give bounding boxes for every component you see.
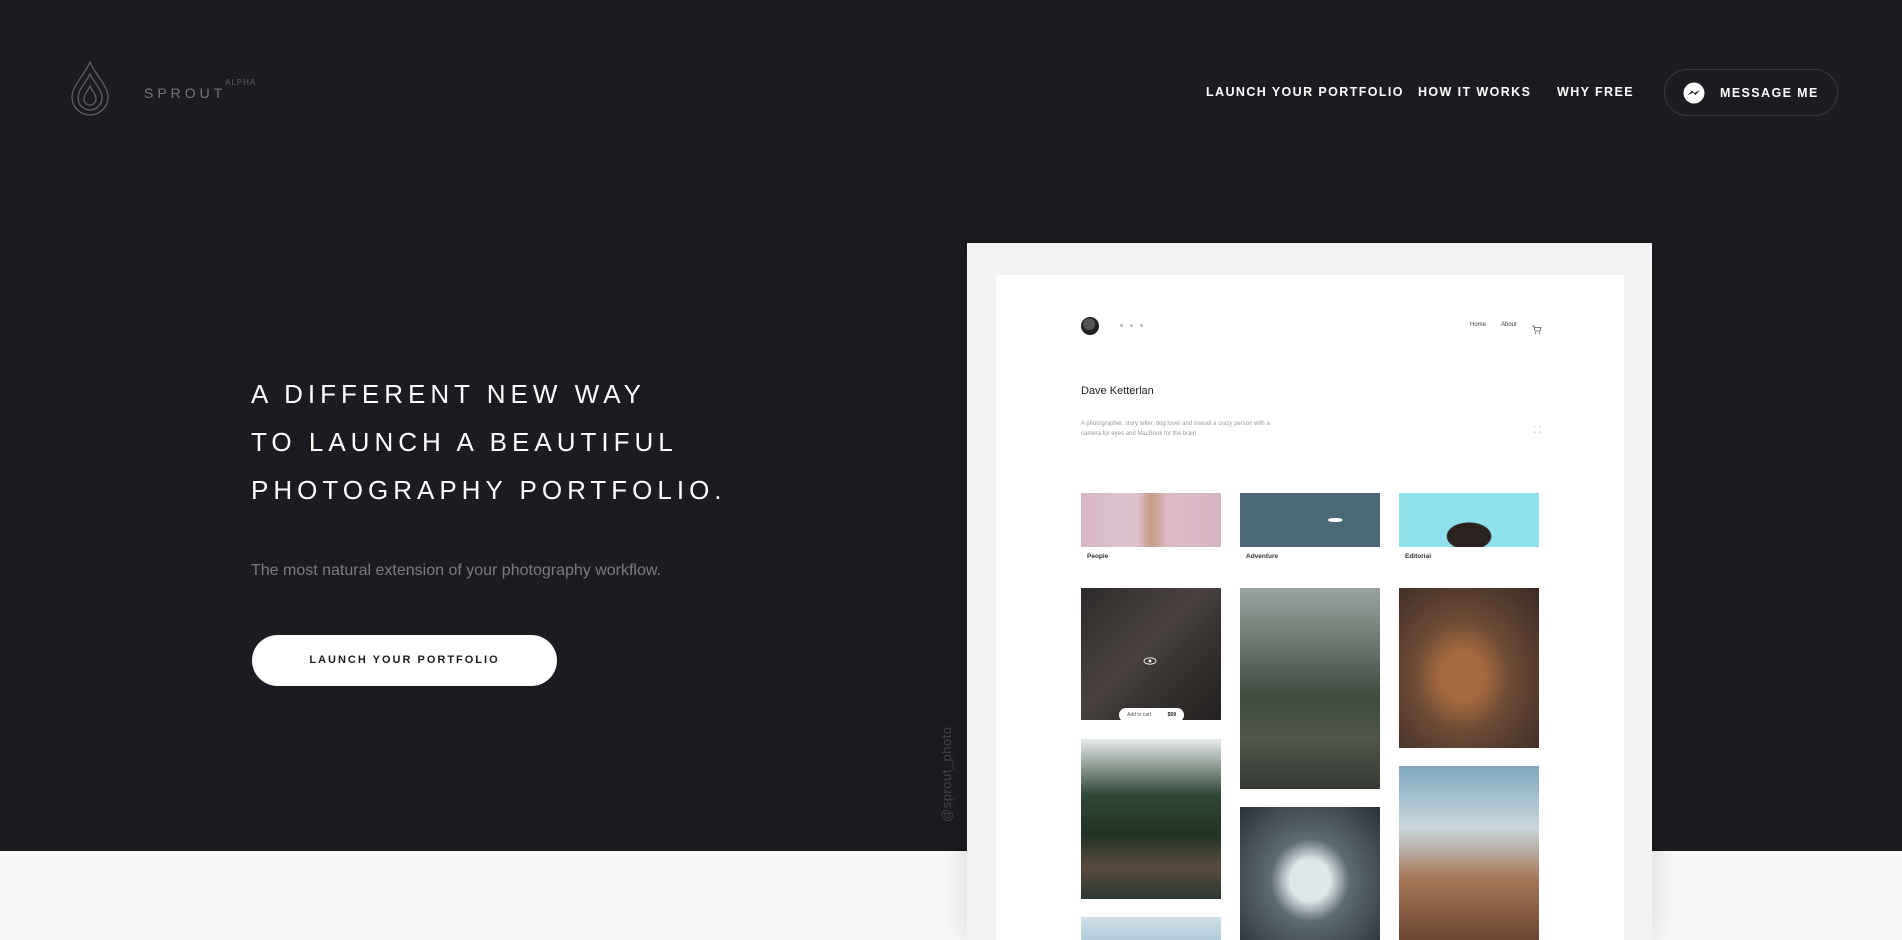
preview-photo bbox=[1399, 766, 1539, 940]
preview-category-editorial bbox=[1399, 493, 1539, 547]
brand-tag: ALPHA bbox=[225, 78, 257, 87]
preview-photo bbox=[1081, 917, 1221, 940]
preview-social-icon bbox=[1120, 324, 1123, 327]
preview-cart-icon bbox=[1532, 321, 1542, 334]
preview-price: $59 bbox=[1167, 712, 1176, 718]
preview-nav-home: Home bbox=[1470, 322, 1487, 328]
preview-add-to-cart: Add to cart $59 bbox=[1119, 708, 1184, 722]
hero-title-line-3: PHOTOGRAPHY PORTFOLIO. bbox=[251, 475, 727, 505]
preview-eye-icon bbox=[1143, 652, 1157, 665]
hero-title-line-1: A DIFFERENT NEW WAY bbox=[251, 379, 646, 409]
preview-name: Dave Ketterlan bbox=[1081, 385, 1154, 397]
preview-add-to-cart-label: Add to cart bbox=[1127, 712, 1152, 718]
preview-avatar bbox=[1081, 317, 1099, 335]
instagram-handle[interactable]: @sprout_photo bbox=[939, 726, 954, 822]
preview-social-icon bbox=[1130, 324, 1133, 327]
messenger-icon bbox=[1683, 82, 1705, 104]
nav-how-it-works[interactable]: HOW IT WORKS bbox=[1418, 85, 1531, 99]
launch-portfolio-button[interactable]: LAUNCH YOUR PORTFOLIO bbox=[252, 635, 557, 686]
preview-category-label: People bbox=[1087, 553, 1109, 560]
preview-photo bbox=[1240, 807, 1380, 940]
preview-category-people bbox=[1081, 493, 1221, 547]
preview-photo bbox=[1240, 588, 1380, 789]
preview-photo bbox=[1081, 739, 1221, 899]
preview-photo bbox=[1399, 588, 1539, 748]
preview-expand-icon bbox=[1533, 420, 1542, 434]
preview-category-label: Editorial bbox=[1405, 553, 1432, 560]
hero-subtitle: The most natural extension of your photo… bbox=[251, 562, 661, 579]
preview-page: Home About Dave Ketterlan A photographer… bbox=[996, 275, 1624, 940]
nav-why-free[interactable]: WHY FREE bbox=[1557, 85, 1634, 99]
preview-social-icon bbox=[1140, 324, 1143, 327]
preview-category-adventure bbox=[1240, 493, 1380, 547]
preview-nav-about: About bbox=[1501, 322, 1517, 328]
preview-photo: Add to cart $59 bbox=[1081, 588, 1221, 722]
nav-launch-portfolio[interactable]: LAUNCH YOUR PORTFOLIO bbox=[1206, 85, 1404, 99]
sprout-logo-icon[interactable] bbox=[70, 60, 110, 116]
message-me-button[interactable]: MESSAGE ME bbox=[1664, 69, 1838, 116]
portfolio-preview: Home About Dave Ketterlan A photographer… bbox=[967, 243, 1652, 940]
preview-category-label: Adventure bbox=[1246, 553, 1279, 560]
hero-title-line-2: TO LAUNCH A BEAUTIFUL bbox=[251, 427, 678, 457]
brand-name[interactable]: SPROUT bbox=[144, 85, 226, 101]
preview-bio: A photographer, story teller, dog lover … bbox=[1081, 421, 1270, 437]
message-me-label: MESSAGE ME bbox=[1720, 86, 1819, 100]
